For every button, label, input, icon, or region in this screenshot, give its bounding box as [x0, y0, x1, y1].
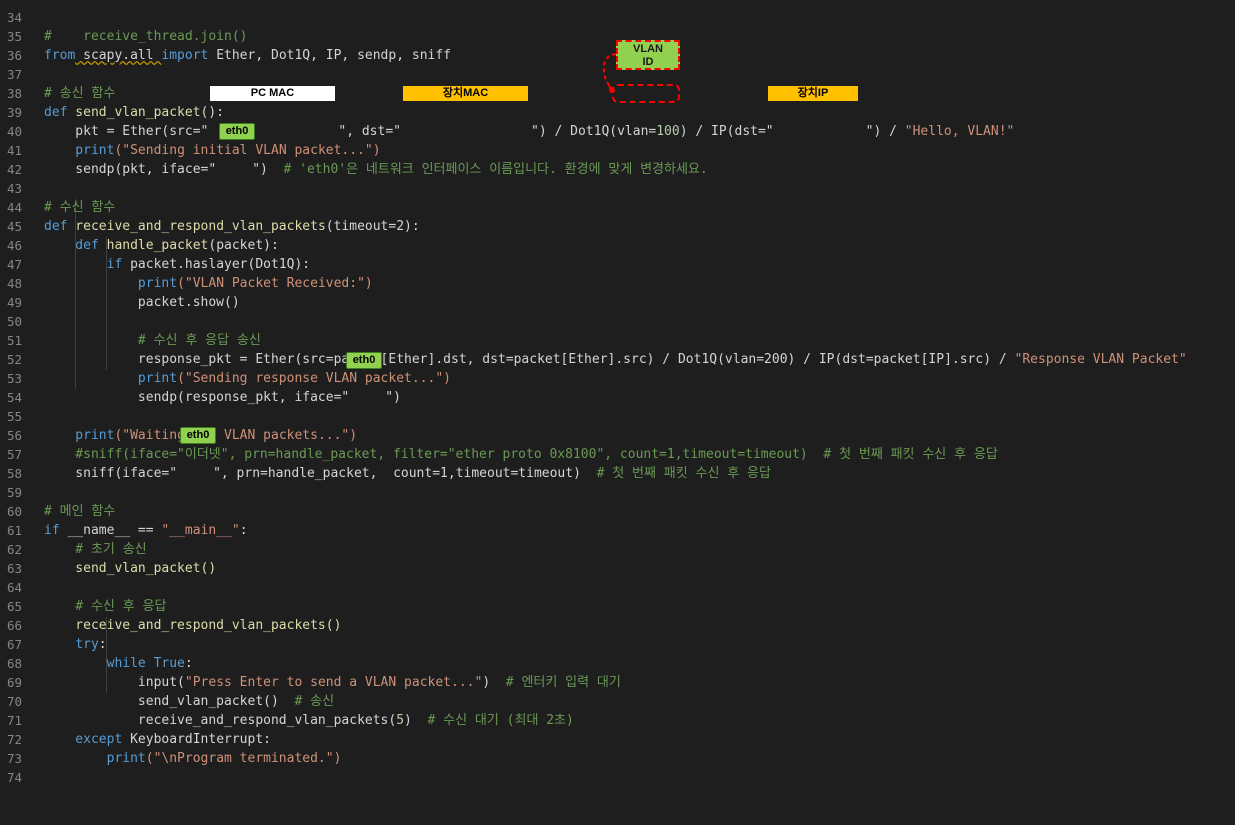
code-line: 52 print("Sending response VLAN packet..…: [0, 331, 1235, 386]
code-line: 43 # 수신 함수: [0, 160, 1235, 215]
whitespace-marker: [44, 787, 75, 806]
code-line: 41 sendp(pkt, iface=" ") # 'eth0'은 네트워크 인…: [0, 122, 1235, 177]
code-line: 67 while True:: [0, 616, 1235, 671]
device-mac-redaction: 장치MAC: [403, 86, 528, 101]
code-line: 47 print("VLAN Packet Received:"): [0, 236, 1235, 291]
code-line: 49: [0, 274, 1235, 310]
code-line: 34 # receive_thread.join(): [0, 0, 1235, 44]
code-line: 51 response_pkt = Ether(src=packet[Ether…: [0, 312, 1235, 367]
code-line: 69 send_vlan_packet() # 송신: [0, 654, 1235, 709]
code-line: 70 receive_and_respond_vlan_packets(5) #…: [0, 673, 1235, 728]
code-line: 72 print("\nProgram terminated."): [0, 711, 1235, 766]
callout-arrow-icon: [602, 53, 617, 93]
whitespace-marker: [44, 768, 75, 787]
iface-redaction: eth0: [180, 427, 216, 444]
device-ip-redaction: 장치IP: [768, 86, 858, 101]
code-line: 35 from scapy.all import Ether, Dot1Q, I…: [0, 8, 1235, 63]
code-line: 42: [0, 141, 1235, 177]
code-line: 44 def receive_and_respond_vlan_packets(…: [0, 179, 1235, 234]
code-line: 55 print("Waiting for VLAN packets..."): [0, 388, 1235, 443]
code-line: 53 sendp(response_pkt, iface=" "): [0, 350, 1235, 405]
code-line: 65 receive_and_respond_vlan_packets(): [0, 578, 1235, 633]
code-line: 60 if __name__ == "__main__":: [0, 483, 1235, 538]
code-line: 40 print("Sending initial VLAN packet...…: [0, 103, 1235, 158]
code-line: 50 # 수신 후 응답 송신: [0, 293, 1235, 348]
code-line: 73: [0, 730, 1235, 766]
pc-mac-redaction: PC MAC: [210, 86, 335, 101]
code-editor[interactable]: 34 # receive_thread.join() 35 from scapy…: [0, 0, 1235, 785]
line-number: 74: [6, 770, 22, 785]
code-line: 45 def handle_packet(packet):: [0, 198, 1235, 253]
code-line: 68 input("Press Enter to send a VLAN pac…: [0, 635, 1235, 690]
code-line: 46 if packet.haslayer(Dot1Q):: [0, 217, 1235, 272]
code-line: 48 packet.show(): [0, 255, 1235, 310]
code-line: 54: [0, 369, 1235, 405]
code-line: 58: [0, 445, 1235, 481]
code-line: 59 # 메인 함수: [0, 464, 1235, 519]
code-line: 66 try:: [0, 597, 1235, 652]
code-line: 62 send_vlan_packet(): [0, 521, 1235, 576]
code-line: 64 # 수신 후 응답: [0, 559, 1235, 614]
code-line: 71 except KeyboardInterrupt:: [0, 692, 1235, 747]
code-line: 61 # 초기 송신: [0, 502, 1235, 557]
code-line: 56 #sniff(iface="이더넷", prn=handle_packet…: [0, 407, 1235, 462]
iface-redaction: eth0: [346, 352, 382, 369]
code-line: 63: [0, 540, 1235, 576]
iface-redaction: eth0: [219, 123, 255, 140]
